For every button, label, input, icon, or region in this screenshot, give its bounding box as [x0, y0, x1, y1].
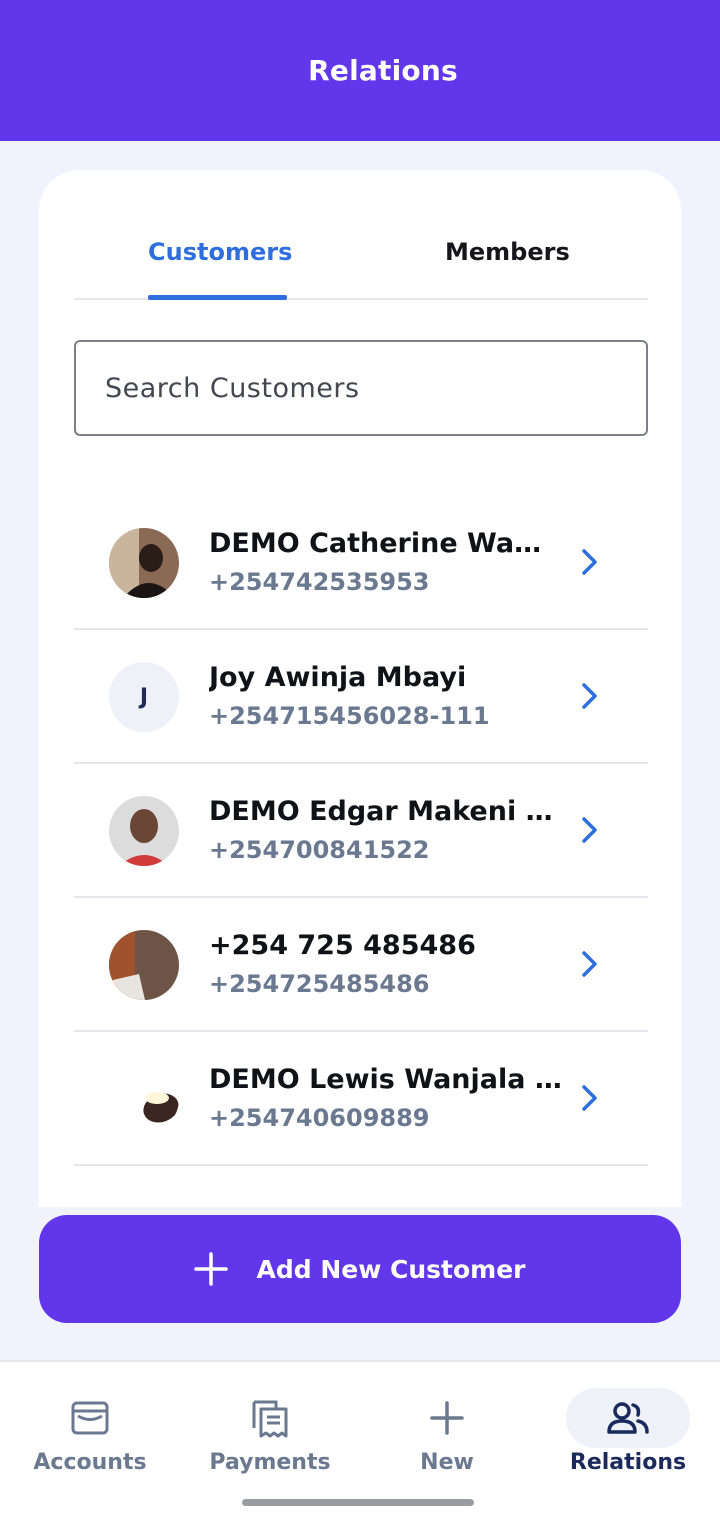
wallet-icon: [71, 1401, 109, 1435]
chevron-right-icon: [582, 817, 597, 843]
tab-bar: Customers Members: [74, 220, 648, 300]
customer-name: DEMO Catherine Wam...: [209, 528, 569, 559]
customers-card: Customers Members DEMO Catherine Wam... …: [39, 170, 681, 1207]
bottom-navigation: Accounts Payments New Relations: [0, 1360, 720, 1520]
customer-name: DEMO Lewis Wanjala S...: [209, 1064, 569, 1095]
avatar: [109, 528, 179, 598]
nav-label: Accounts: [33, 1450, 147, 1475]
receipts-icon: [252, 1400, 288, 1438]
plus-icon: [430, 1401, 464, 1435]
customer-phone: +254700841522: [209, 836, 430, 864]
customer-phone: +254725485486: [209, 970, 430, 998]
chevron-right-icon: [582, 549, 597, 575]
search-box[interactable]: [74, 340, 648, 436]
customer-row[interactable]: DEMO Lewis Wanjala S... +254740609889: [74, 1032, 648, 1166]
chevron-right-icon: [582, 1085, 597, 1111]
customer-phone: +254742535953: [209, 568, 430, 596]
add-new-customer-button[interactable]: Add New Customer: [39, 1215, 681, 1323]
customer-name: Joy Awinja Mbayi: [209, 662, 467, 693]
nav-accounts[interactable]: Accounts: [0, 1362, 180, 1492]
customer-row[interactable]: J Joy Awinja Mbayi +254715456028-111: [74, 630, 648, 764]
avatar: [109, 930, 179, 1000]
nav-payments[interactable]: Payments: [180, 1362, 360, 1492]
customer-name: DEMO Edgar Makeni O...: [209, 796, 569, 827]
nav-label: New: [420, 1450, 474, 1475]
customer-phone: +254740609889: [209, 1104, 430, 1132]
nav-label: Payments: [209, 1450, 331, 1475]
add-button-label: Add New Customer: [256, 1254, 526, 1284]
chevron-right-icon: [582, 683, 597, 709]
avatar: [109, 1064, 179, 1134]
tab-members[interactable]: Members: [445, 238, 570, 266]
customer-list: DEMO Catherine Wam... +254742535953 J Jo…: [74, 496, 648, 1166]
search-input[interactable]: [105, 372, 646, 404]
nav-new[interactable]: New: [357, 1362, 537, 1492]
customer-name: +254 725 485486: [209, 930, 476, 961]
page-title: Relations: [308, 54, 458, 87]
app-header: Relations: [0, 0, 720, 141]
customer-phone: +254715456028-111: [209, 702, 490, 730]
home-indicator[interactable]: [242, 1499, 474, 1506]
people-icon: [607, 1402, 649, 1434]
avatar: [109, 796, 179, 866]
customer-row[interactable]: DEMO Edgar Makeni O... +254700841522: [74, 764, 648, 898]
active-tab-indicator: [148, 295, 287, 300]
customer-row[interactable]: DEMO Catherine Wam... +254742535953: [74, 496, 648, 630]
nav-label: Relations: [569, 1450, 687, 1475]
customer-row[interactable]: +254 725 485486 +254725485486: [74, 898, 648, 1032]
tab-customers[interactable]: Customers: [148, 238, 292, 266]
plus-icon: [194, 1252, 229, 1286]
nav-relations[interactable]: Relations: [538, 1362, 718, 1492]
chevron-right-icon: [582, 951, 597, 977]
avatar: J: [109, 662, 179, 732]
